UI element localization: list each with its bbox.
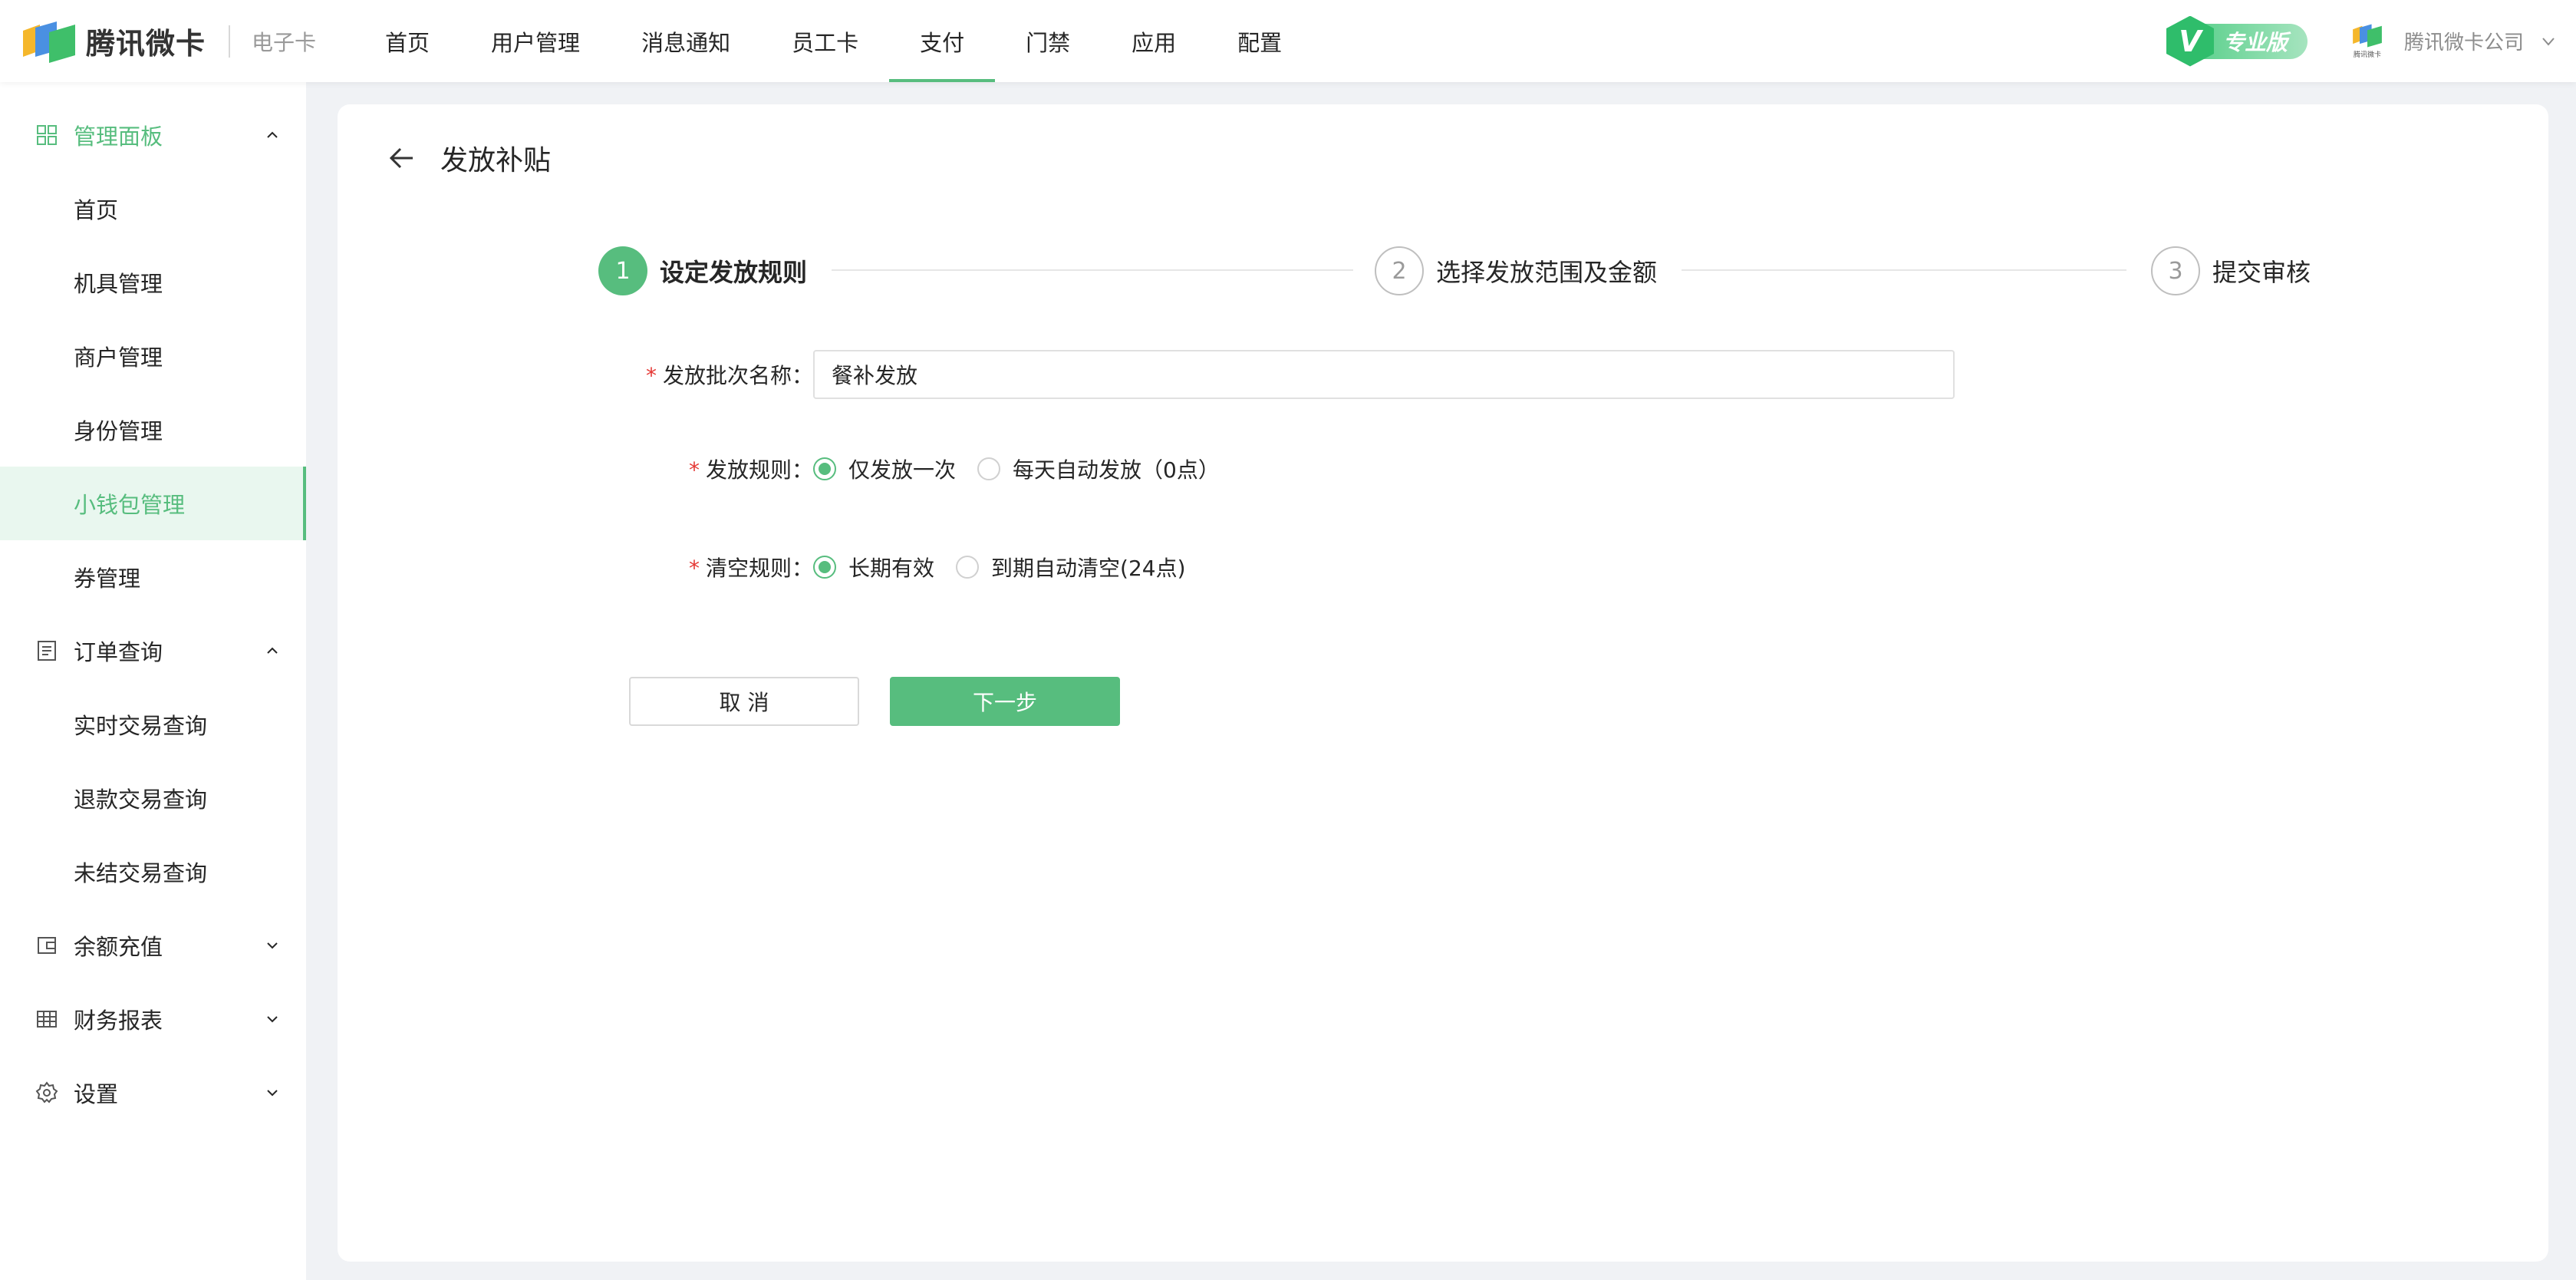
sidebar-item-unsettled-orders[interactable]: 未结交易查询 bbox=[0, 835, 306, 909]
chevron-up-icon bbox=[267, 647, 278, 654]
edition-badge[interactable]: V 专业版 bbox=[2166, 15, 2308, 67]
radio-unchecked-icon bbox=[977, 457, 1001, 480]
main-card: 发放补贴 1 设定发放规则 2 选择发放范围及金额 3 提交审核 * 发放批次名称… bbox=[338, 104, 2548, 1262]
batch-name-label-text: 发放批次名称： bbox=[662, 363, 813, 388]
issue-rule-label: * 发放规则： bbox=[644, 454, 813, 484]
page-title: 发放补贴 bbox=[440, 145, 552, 176]
nav-notifications[interactable]: 消息通知 bbox=[611, 0, 761, 82]
company-name: 腾讯微卡公司 bbox=[2403, 31, 2524, 54]
radio-issue-daily[interactable]: 每天自动发放（0点） bbox=[977, 454, 1220, 484]
batch-name-label: * 发放批次名称： bbox=[644, 359, 813, 390]
nav-employee-card[interactable]: 员工卡 bbox=[761, 0, 889, 82]
batch-name-input[interactable] bbox=[813, 350, 1955, 399]
issue-rule-row: * 发放规则： 仅发放一次 每天自动发放（0点） bbox=[644, 454, 1241, 484]
company-logo: 腾讯微卡 bbox=[2347, 21, 2387, 61]
back-arrow-icon[interactable] bbox=[387, 143, 417, 173]
sidebar-group-label: 余额充值 bbox=[74, 934, 163, 960]
clear-rule-label-text: 清空规则： bbox=[705, 556, 813, 581]
top-right-area: V 专业版 腾讯微卡 腾讯微卡公司 bbox=[2166, 0, 2576, 82]
company-logo-text: 腾讯微卡 bbox=[2353, 51, 2381, 59]
table-icon bbox=[37, 1011, 57, 1028]
required-asterisk: * bbox=[688, 457, 700, 483]
top-nav: 首页 用户管理 消息通知 员工卡 支付 门禁 应用 配置 bbox=[354, 0, 1313, 82]
required-asterisk: * bbox=[688, 556, 700, 581]
sidebar-item-devices[interactable]: 机具管理 bbox=[0, 246, 306, 319]
sidebar: 管理面板 首页 机具管理 商户管理 身份管理 小钱包管理 券管理 订单查询 实时… bbox=[0, 82, 306, 1280]
step-label: 设定发放规则 bbox=[660, 258, 808, 287]
step-number: 3 bbox=[2151, 246, 2200, 295]
receipt-icon bbox=[38, 641, 56, 661]
nav-access-control[interactable]: 门禁 bbox=[995, 0, 1101, 82]
brand-divider bbox=[229, 25, 231, 58]
nav-payment[interactable]: 支付 bbox=[889, 0, 996, 82]
step-number: 2 bbox=[1375, 246, 1424, 295]
nav-config[interactable]: 配置 bbox=[1207, 0, 1313, 82]
wallet-icon bbox=[38, 937, 56, 954]
radio-checked-icon bbox=[813, 556, 836, 579]
sidebar-group-label: 管理面板 bbox=[74, 124, 163, 150]
top-bar: 腾讯微卡 电子卡 首页 用户管理 消息通知 员工卡 支付 门禁 应用 配置 V … bbox=[0, 0, 2576, 82]
sidebar-group-label: 订单查询 bbox=[74, 639, 163, 665]
radio-label: 长期有效 bbox=[848, 556, 935, 581]
clear-rule-row: * 清空规则： 长期有效 到期自动清空(24点) bbox=[644, 552, 1207, 582]
radio-unchecked-icon bbox=[956, 556, 980, 579]
clear-rule-label: * 清空规则： bbox=[644, 552, 813, 582]
sidebar-group-orders[interactable]: 订单查询 bbox=[0, 614, 306, 688]
brand-logo-icon bbox=[23, 21, 75, 63]
sidebar-group-dashboard[interactable]: 管理面板 bbox=[0, 98, 306, 172]
radio-label: 到期自动清空(24点) bbox=[991, 556, 1186, 581]
step-1: 1 设定发放规则 bbox=[598, 246, 807, 296]
step-label: 提交审核 bbox=[2212, 258, 2311, 287]
chevron-down-icon bbox=[2542, 37, 2555, 46]
step-number: 1 bbox=[598, 246, 647, 295]
batch-name-row: * 发放批次名称： bbox=[644, 350, 1955, 399]
chevron-down-icon bbox=[267, 1016, 278, 1023]
sidebar-group-settings[interactable]: 设置 bbox=[0, 1056, 306, 1130]
edition-label: 专业版 bbox=[2199, 23, 2308, 59]
sidebar-item-realtime-orders[interactable]: 实时交易查询 bbox=[0, 688, 306, 761]
nav-user-management[interactable]: 用户管理 bbox=[460, 0, 611, 82]
step-label: 选择发放范围及金额 bbox=[1436, 258, 1658, 287]
sidebar-item-refund-orders[interactable]: 退款交易查询 bbox=[0, 761, 306, 835]
company-switcher[interactable]: 腾讯微卡 腾讯微卡公司 bbox=[2347, 21, 2556, 61]
nav-home[interactable]: 首页 bbox=[354, 0, 460, 82]
sidebar-item-merchants[interactable]: 商户管理 bbox=[0, 319, 306, 393]
sidebar-group-label: 财务报表 bbox=[74, 1008, 163, 1034]
sidebar-item-identity[interactable]: 身份管理 bbox=[0, 393, 306, 467]
nav-apps[interactable]: 应用 bbox=[1101, 0, 1207, 82]
sidebar-item-coupons[interactable]: 券管理 bbox=[0, 540, 306, 614]
step-3: 3 提交审核 bbox=[2151, 246, 2311, 296]
grid-icon bbox=[37, 125, 57, 145]
chevron-down-icon bbox=[267, 942, 278, 949]
sidebar-group-reports[interactable]: 财务报表 bbox=[0, 982, 306, 1056]
radio-clear-never[interactable]: 长期有效 bbox=[813, 552, 934, 582]
sidebar-item-wallet[interactable]: 小钱包管理 bbox=[0, 467, 306, 540]
step-connector-2 bbox=[1682, 269, 2126, 271]
required-asterisk: * bbox=[645, 363, 657, 388]
radio-label: 每天自动发放（0点） bbox=[1013, 457, 1220, 483]
brand-name: 腾讯微卡 bbox=[86, 27, 206, 61]
sidebar-item-home[interactable]: 首页 bbox=[0, 172, 306, 246]
chevron-down-icon bbox=[267, 1090, 278, 1097]
step-connector-1 bbox=[832, 269, 1353, 271]
radio-label: 仅发放一次 bbox=[848, 457, 957, 483]
radio-checked-icon bbox=[813, 457, 836, 480]
radio-issue-once[interactable]: 仅发放一次 bbox=[813, 454, 956, 484]
sidebar-group-topup[interactable]: 余额充值 bbox=[0, 909, 306, 982]
step-2: 2 选择发放范围及金额 bbox=[1375, 246, 1657, 296]
page-header: 发放补贴 bbox=[387, 138, 551, 178]
brand-subtitle: 电子卡 bbox=[252, 29, 317, 55]
brand-logo[interactable]: 腾讯微卡 电子卡 bbox=[21, 20, 316, 63]
radio-clear-expire[interactable]: 到期自动清空(24点) bbox=[956, 552, 1186, 582]
sidebar-group-label: 设置 bbox=[74, 1081, 119, 1107]
issue-rule-label-text: 发放规则： bbox=[705, 457, 813, 483]
chevron-up-icon bbox=[267, 131, 278, 138]
next-step-button[interactable]: 下一步 bbox=[890, 677, 1120, 726]
company-logo-icon bbox=[2353, 24, 2382, 48]
cancel-button[interactable]: 取 消 bbox=[629, 677, 859, 726]
gear-icon bbox=[35, 1081, 58, 1104]
